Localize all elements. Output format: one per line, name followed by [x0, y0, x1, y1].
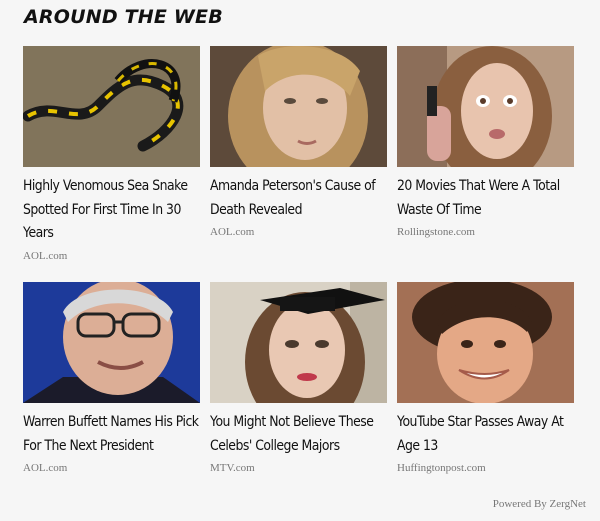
article-card[interactable]: YouTube Star Passes Away At Age 13 Huffi…: [397, 282, 574, 474]
article-title[interactable]: 20 Movies That Were A Total Waste Of Tim…: [397, 175, 573, 222]
article-card[interactable]: You Might Not Believe These Celebs' Coll…: [210, 282, 387, 474]
article-card[interactable]: Warren Buffett Names His Pick For The Ne…: [23, 282, 200, 474]
article-title[interactable]: YouTube Star Passes Away At Age 13: [397, 411, 573, 458]
portrait-photo-icon: [397, 282, 574, 403]
article-title[interactable]: Amanda Peterson's Cause of Death Reveale…: [210, 175, 386, 222]
article-source: Huffingtonpost.com: [397, 462, 486, 474]
article-card[interactable]: 20 Movies That Were A Total Waste Of Tim…: [397, 46, 574, 238]
article-source: AOL.com: [23, 462, 68, 474]
article-card[interactable]: Amanda Peterson's Cause of Death Reveale…: [210, 46, 387, 238]
article-thumbnail[interactable]: [397, 282, 574, 403]
article-title[interactable]: Warren Buffett Names His Pick For The Ne…: [23, 411, 199, 458]
widget-heading: AROUND THE WEB: [24, 6, 223, 28]
portrait-photo-icon: [397, 46, 574, 167]
article-thumbnail[interactable]: [23, 282, 200, 403]
article-thumbnail[interactable]: [397, 46, 574, 167]
article-title[interactable]: Highly Venomous Sea Snake Spotted For Fi…: [23, 175, 199, 246]
article-card[interactable]: Highly Venomous Sea Snake Spotted For Fi…: [23, 46, 200, 262]
sea-snake-photo-icon: [23, 46, 200, 167]
article-thumbnail[interactable]: [210, 282, 387, 403]
article-source: AOL.com: [210, 226, 255, 238]
article-source: AOL.com: [23, 249, 68, 262]
article-thumbnail[interactable]: [23, 46, 200, 167]
powered-by-link[interactable]: Powered By ZergNet: [493, 498, 586, 510]
article-source: MTV.com: [210, 462, 255, 474]
article-title[interactable]: You Might Not Believe These Celebs' Coll…: [210, 411, 386, 458]
portrait-photo-icon: [210, 282, 387, 403]
article-thumbnail[interactable]: [210, 46, 387, 167]
article-source: Rollingstone.com: [397, 226, 475, 238]
portrait-photo-icon: [23, 282, 200, 403]
portrait-photo-icon: [210, 46, 387, 167]
